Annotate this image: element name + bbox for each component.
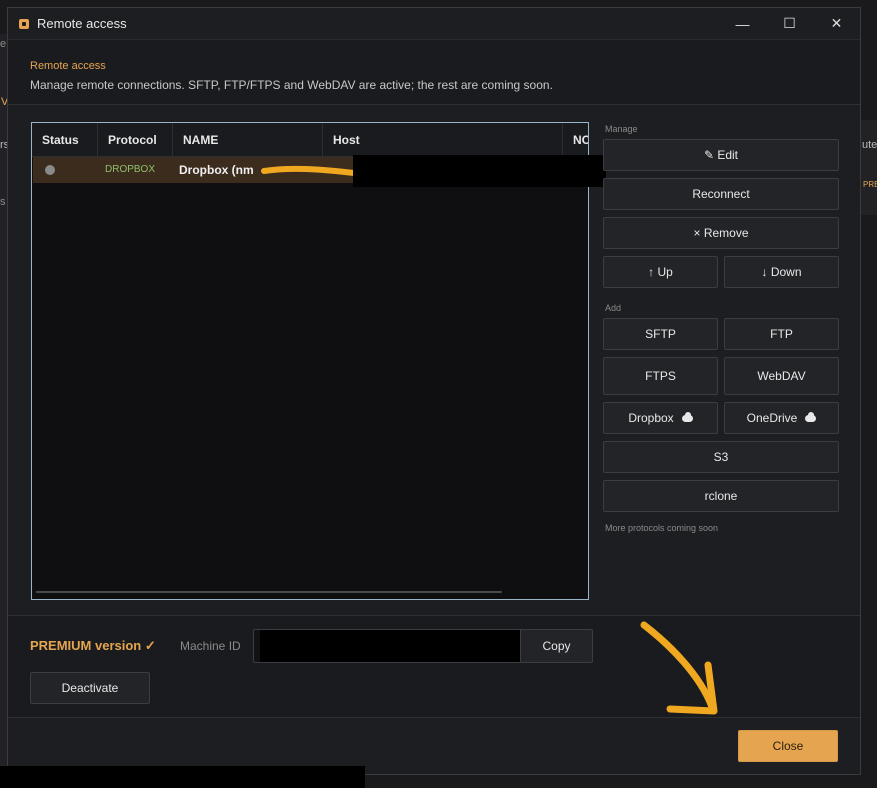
premium-status: PREMIUM version ✓ (30, 638, 156, 653)
highlight-scribble (261, 165, 357, 176)
redacted-host (353, 155, 606, 187)
add-label: Add (605, 303, 622, 313)
add-onedrive-button[interactable]: OneDrive (724, 402, 839, 434)
background-fragment: e (0, 38, 7, 50)
edit-button[interactable]: ✎ Edit (603, 139, 839, 171)
cloud-icon (681, 411, 693, 422)
column-no[interactable]: NO (563, 123, 588, 157)
add-ftp-button[interactable]: FTP (724, 318, 839, 350)
column-name[interactable]: NAME (173, 123, 323, 157)
dropbox-label: Dropbox (628, 411, 674, 425)
copy-button[interactable]: Copy (520, 629, 593, 663)
column-status[interactable]: Status (32, 123, 98, 157)
redacted-taskbar-area (0, 766, 365, 788)
add-s3-button[interactable]: S3 (603, 441, 839, 473)
background-fragment: PRE (863, 180, 877, 189)
add-sftp-button[interactable]: SFTP (603, 318, 718, 350)
background-app-right (861, 120, 877, 215)
add-rclone-button[interactable]: rclone (603, 480, 839, 512)
close-window-button[interactable]: ✕ (813, 8, 860, 39)
column-host[interactable]: Host (323, 123, 563, 157)
move-up-button[interactable]: ↑ Up (603, 256, 718, 288)
add-dropbox-button[interactable]: Dropbox (603, 402, 718, 434)
move-down-button[interactable]: ↓ Down (724, 256, 839, 288)
minimize-button[interactable]: — (719, 8, 766, 39)
row-name: Dropbox (nm (179, 163, 254, 177)
header-subtitle: Manage remote connections. SFTP, FTP/FTP… (30, 78, 553, 92)
reconnect-button[interactable]: Reconnect (603, 178, 839, 210)
maximize-button[interactable]: ☐ (766, 8, 813, 39)
redacted-machine-id (260, 630, 520, 662)
annotation-arrow (640, 621, 718, 715)
close-button[interactable]: Close (738, 730, 838, 762)
background-fragment: s (0, 196, 6, 208)
manage-label: Manage (605, 124, 638, 134)
add-webdav-button[interactable]: WebDAV (724, 357, 839, 395)
more-protocols-note: More protocols coming soon (605, 523, 719, 533)
add-ftps-button[interactable]: FTPS (603, 357, 718, 395)
status-indicator (45, 165, 55, 175)
dialog-header: Remote access Manage remote connections.… (8, 39, 860, 105)
background-fragment: ute (862, 139, 877, 151)
window-title: Remote access (37, 16, 127, 31)
remove-button[interactable]: × Remove (603, 217, 839, 249)
machine-id-label: Machine ID (180, 639, 241, 653)
app-folder-icon (19, 18, 29, 29)
header-title: Remote access (30, 60, 106, 72)
onedrive-label: OneDrive (746, 411, 798, 425)
connections-table[interactable]: Status Protocol NAME Host NO DROPBOX Dro… (31, 122, 589, 600)
deactivate-button[interactable]: Deactivate (30, 672, 150, 704)
row-protocol: DROPBOX (105, 164, 156, 175)
title-bar: Remote access — ☐ ✕ (8, 8, 860, 39)
column-protocol[interactable]: Protocol (98, 123, 173, 157)
horizontal-scrollbar[interactable] (36, 591, 502, 593)
table-header: Status Protocol NAME Host NO (32, 123, 588, 157)
cloud-icon (805, 411, 817, 422)
